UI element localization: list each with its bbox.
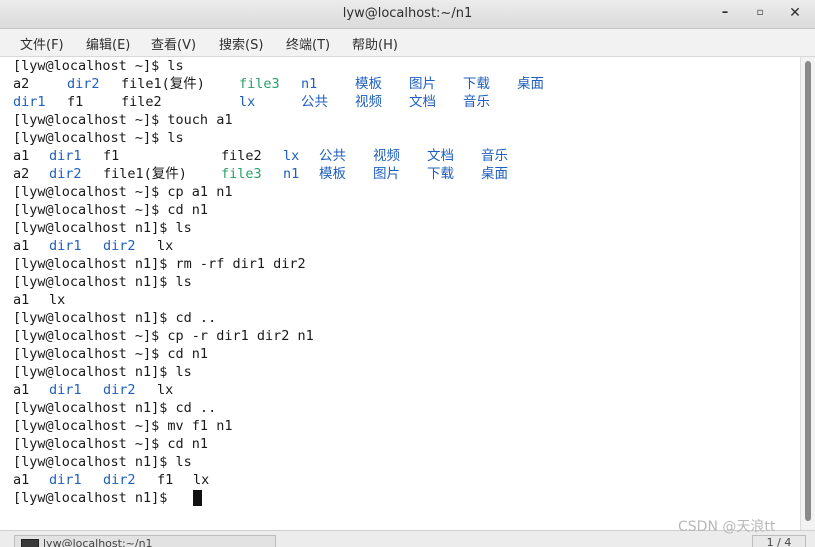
terminal-line: [lyw@localhost n1]$ ls bbox=[13, 364, 192, 380]
ls-entry: n1 bbox=[283, 166, 300, 182]
ls-entry: 模板 bbox=[319, 166, 346, 182]
ls-entry: file2 bbox=[121, 94, 162, 110]
terminal-line: [lyw@localhost ~]$ cd n1 bbox=[13, 346, 209, 362]
terminal-line: [lyw@localhost n1]$ cd .. bbox=[13, 310, 217, 326]
terminal-line: [lyw@localhost ~]$ cd n1 bbox=[13, 436, 209, 452]
ls-entry: 公共 bbox=[301, 94, 328, 110]
ls-entry: f1 bbox=[103, 148, 120, 164]
ls-entry: a1 bbox=[13, 382, 30, 398]
ls-entry: 下载 bbox=[427, 166, 454, 182]
ls-entry: dir2 bbox=[103, 238, 136, 254]
terminal-line: [lyw@localhost ~]$ cd n1 bbox=[13, 202, 209, 218]
minimize-button[interactable]: – bbox=[714, 3, 736, 23]
terminal-line: a1 dir1 dir2 lx bbox=[13, 237, 173, 255]
ls-entry: dir2 bbox=[103, 382, 136, 398]
ls-entry: 下载 bbox=[463, 76, 490, 92]
terminal-line: a2 dir2 file1(复件) file3 n1 模板 图片 下载 桌面 bbox=[13, 165, 508, 183]
ls-entry: lx bbox=[193, 472, 210, 488]
terminal-line: [lyw@localhost ~]$ touch a1 bbox=[13, 112, 233, 128]
ls-entry: file1(复件) bbox=[103, 166, 187, 182]
terminal-line: a1 dir1 dir2 f1 lx bbox=[13, 471, 209, 489]
ls-entry: 音乐 bbox=[481, 148, 508, 164]
ls-entry: lx bbox=[239, 94, 256, 110]
terminal-line: a1 dir1 f1 file2 lx 公共 视频 文档 音乐 bbox=[13, 147, 508, 165]
ls-entry: dir1 bbox=[49, 472, 82, 488]
text-cursor bbox=[193, 490, 202, 506]
terminal-output[interactable]: [lyw@localhost ~]$ ls a2 dir2 file1(复件) … bbox=[0, 57, 800, 530]
menu-help[interactable]: 帮助(H) bbox=[352, 34, 398, 53]
ls-entry: 视频 bbox=[373, 148, 400, 164]
menu-edit[interactable]: 编辑(E) bbox=[86, 34, 130, 53]
ls-entry: dir2 bbox=[49, 166, 82, 182]
ls-entry: f1 bbox=[157, 472, 174, 488]
scrollbar-thumb[interactable] bbox=[805, 61, 811, 521]
ls-entry: 视频 bbox=[355, 94, 382, 110]
ls-entry: 文档 bbox=[409, 94, 436, 110]
ls-entry: file2 bbox=[221, 148, 262, 164]
ls-entry: dir2 bbox=[67, 76, 100, 92]
ls-entry: 文档 bbox=[427, 148, 454, 164]
terminal-line: [lyw@localhost n1]$ cd .. bbox=[13, 400, 217, 416]
ls-entry: file3 bbox=[221, 166, 262, 182]
terminal-line: [lyw@localhost n1]$ ls bbox=[13, 220, 192, 236]
ls-entry: dir2 bbox=[103, 472, 136, 488]
ls-entry: f1 bbox=[67, 94, 84, 110]
ls-entry: lx bbox=[49, 292, 66, 308]
terminal-line: [lyw@localhost n1]$ ls bbox=[13, 454, 192, 470]
ls-entry: 图片 bbox=[373, 166, 400, 182]
shell-prompt: [lyw@localhost n1]$ bbox=[13, 490, 176, 506]
ls-entry: lx bbox=[157, 382, 174, 398]
window-title: lyw@localhost:~/n1 bbox=[342, 6, 473, 21]
taskbar-window-item[interactable]: lyw@localhost:~/n1 bbox=[14, 535, 276, 547]
ls-entry: a1 bbox=[13, 472, 30, 488]
ls-entry: lx bbox=[283, 148, 300, 164]
ls-entry: 模板 bbox=[355, 76, 382, 92]
ls-entry: 公共 bbox=[319, 148, 346, 164]
ls-entry: dir1 bbox=[49, 148, 82, 164]
ls-entry: a2 bbox=[13, 76, 30, 92]
ls-entry: file1(复件) bbox=[121, 76, 205, 92]
ls-entry: a1 bbox=[13, 238, 30, 254]
vertical-scrollbar[interactable] bbox=[800, 57, 815, 530]
terminal-line: a2 dir2 file1(复件) file3 n1 模板 图片 下载 桌面 bbox=[13, 75, 544, 93]
ls-entry: 音乐 bbox=[463, 94, 490, 110]
ls-entry: dir1 bbox=[49, 238, 82, 254]
title-bar[interactable]: lyw@localhost:~/n1 – ▫ ✕ bbox=[0, 0, 815, 29]
ls-entry: dir1 bbox=[13, 94, 46, 110]
terminal-line: [lyw@localhost n1]$ rm -rf dir1 dir2 bbox=[13, 256, 306, 272]
menu-file[interactable]: 文件(F) bbox=[20, 34, 64, 53]
ls-entry: dir1 bbox=[49, 382, 82, 398]
ls-entry: n1 bbox=[301, 76, 318, 92]
terminal-line: [lyw@localhost ~]$ mv f1 n1 bbox=[13, 418, 233, 434]
menu-view[interactable]: 查看(V) bbox=[151, 34, 196, 53]
terminal-line: dir1 f1 file2 lx 公共 视频 文档 音乐 bbox=[13, 93, 490, 111]
workspace-pager[interactable]: 1 / 4 bbox=[752, 535, 806, 547]
menu-search[interactable]: 搜索(S) bbox=[219, 34, 263, 53]
menu-terminal[interactable]: 终端(T) bbox=[286, 34, 330, 53]
terminal-line: [lyw@localhost ~]$ cp -r dir1 dir2 n1 bbox=[13, 328, 314, 344]
terminal-line: a1 lx bbox=[13, 291, 65, 309]
terminal-line: [lyw@localhost n1]$ ls bbox=[13, 274, 192, 290]
ls-entry: a2 bbox=[13, 166, 30, 182]
ls-entry: 图片 bbox=[409, 76, 436, 92]
ls-entry: a1 bbox=[13, 292, 30, 308]
watermark: CSDN @天浪tt bbox=[678, 519, 776, 535]
terminal-line: [lyw@localhost ~]$ ls bbox=[13, 58, 184, 74]
terminal-line: [lyw@localhost ~]$ ls bbox=[13, 130, 184, 146]
ls-entry: file3 bbox=[239, 76, 280, 92]
maximize-button[interactable]: ▫ bbox=[749, 3, 771, 23]
menu-bar: 文件(F) 编辑(E) 查看(V) 搜索(S) 终端(T) 帮助(H) bbox=[0, 29, 815, 57]
ls-entry: lx bbox=[157, 238, 174, 254]
terminal-line: a1 dir1 dir2 lx bbox=[13, 381, 173, 399]
close-button[interactable]: ✕ bbox=[784, 3, 806, 23]
terminal-prompt-line[interactable]: [lyw@localhost n1]$ bbox=[13, 489, 202, 507]
ls-entry: a1 bbox=[13, 148, 30, 164]
ls-entry: 桌面 bbox=[517, 76, 544, 92]
ls-entry: 桌面 bbox=[481, 166, 508, 182]
terminal-line: [lyw@localhost ~]$ cp a1 n1 bbox=[13, 184, 233, 200]
